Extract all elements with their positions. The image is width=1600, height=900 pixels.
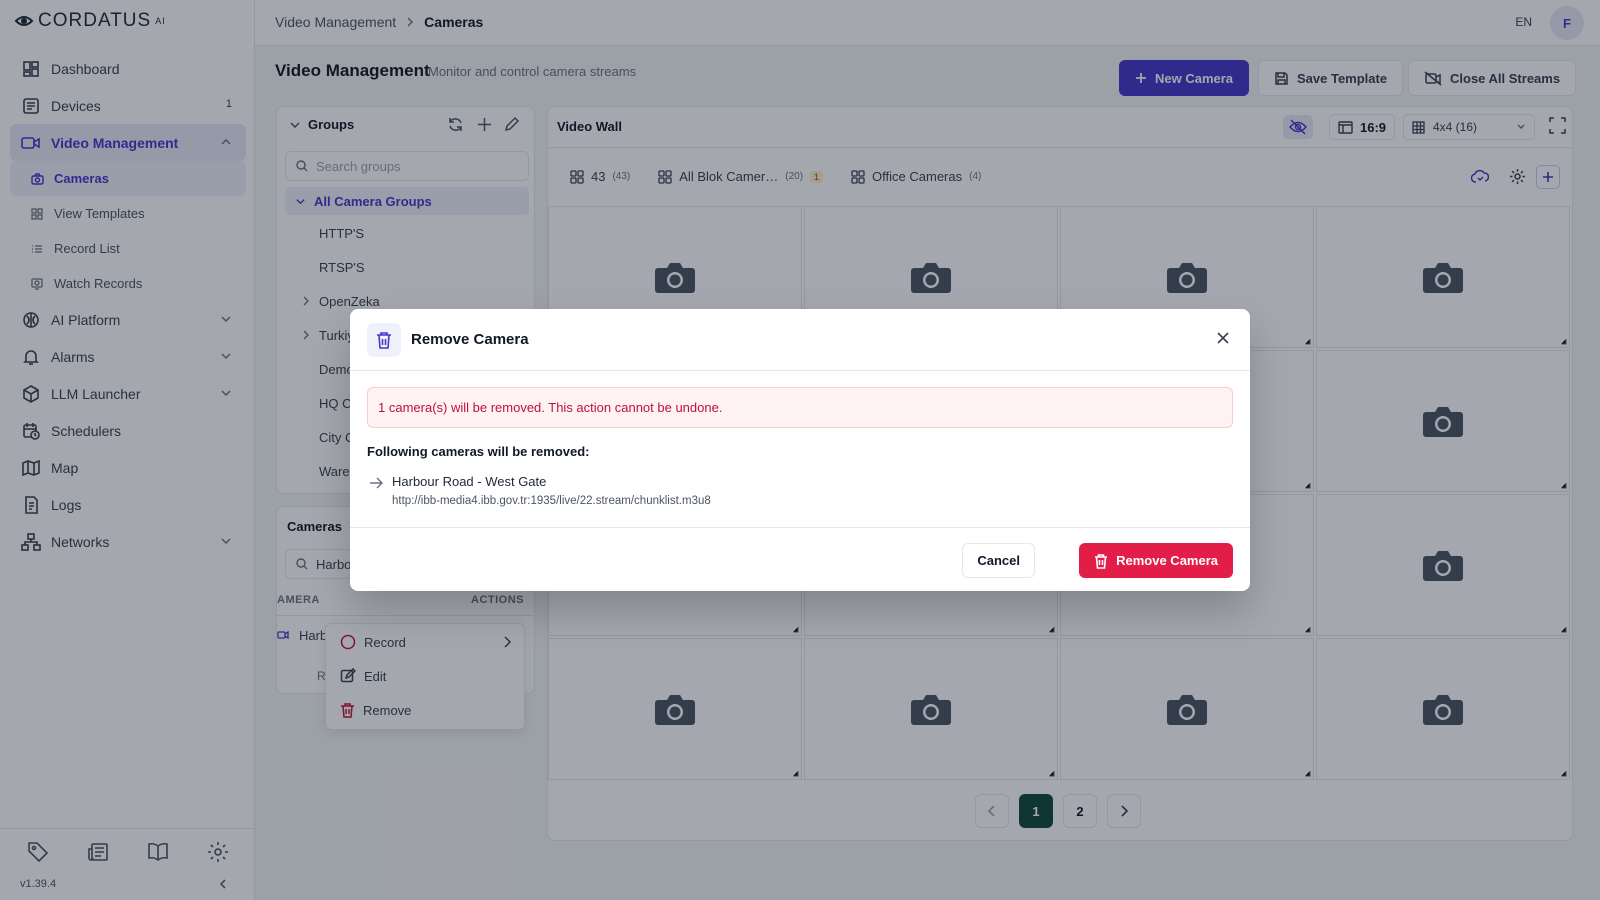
trash-icon xyxy=(1094,553,1108,569)
remove-camera-dialog: Remove Camera 1 camera(s) will be remove… xyxy=(350,309,1250,591)
warning-alert: 1 camera(s) will be removed. This action… xyxy=(367,387,1233,428)
dialog-header: Remove Camera xyxy=(350,309,1250,371)
cancel-button[interactable]: Cancel xyxy=(962,543,1035,578)
confirm-remove-label: Remove Camera xyxy=(1116,553,1218,568)
confirm-remove-camera-button[interactable]: Remove Camera xyxy=(1079,543,1233,578)
close-icon[interactable] xyxy=(1216,331,1230,345)
removed-camera-url: http://ibb-media4.ibb.gov.tr:1935/live/2… xyxy=(392,495,711,507)
dialog-title: Remove Camera xyxy=(411,331,529,348)
removal-list-title: Following cameras will be removed: xyxy=(367,444,590,459)
removed-camera-name: Harbour Road - West Gate xyxy=(392,474,547,489)
trash-icon xyxy=(367,323,401,357)
dialog-footer: Cancel Remove Camera xyxy=(350,527,1250,591)
arrow-right-icon xyxy=(369,477,383,489)
